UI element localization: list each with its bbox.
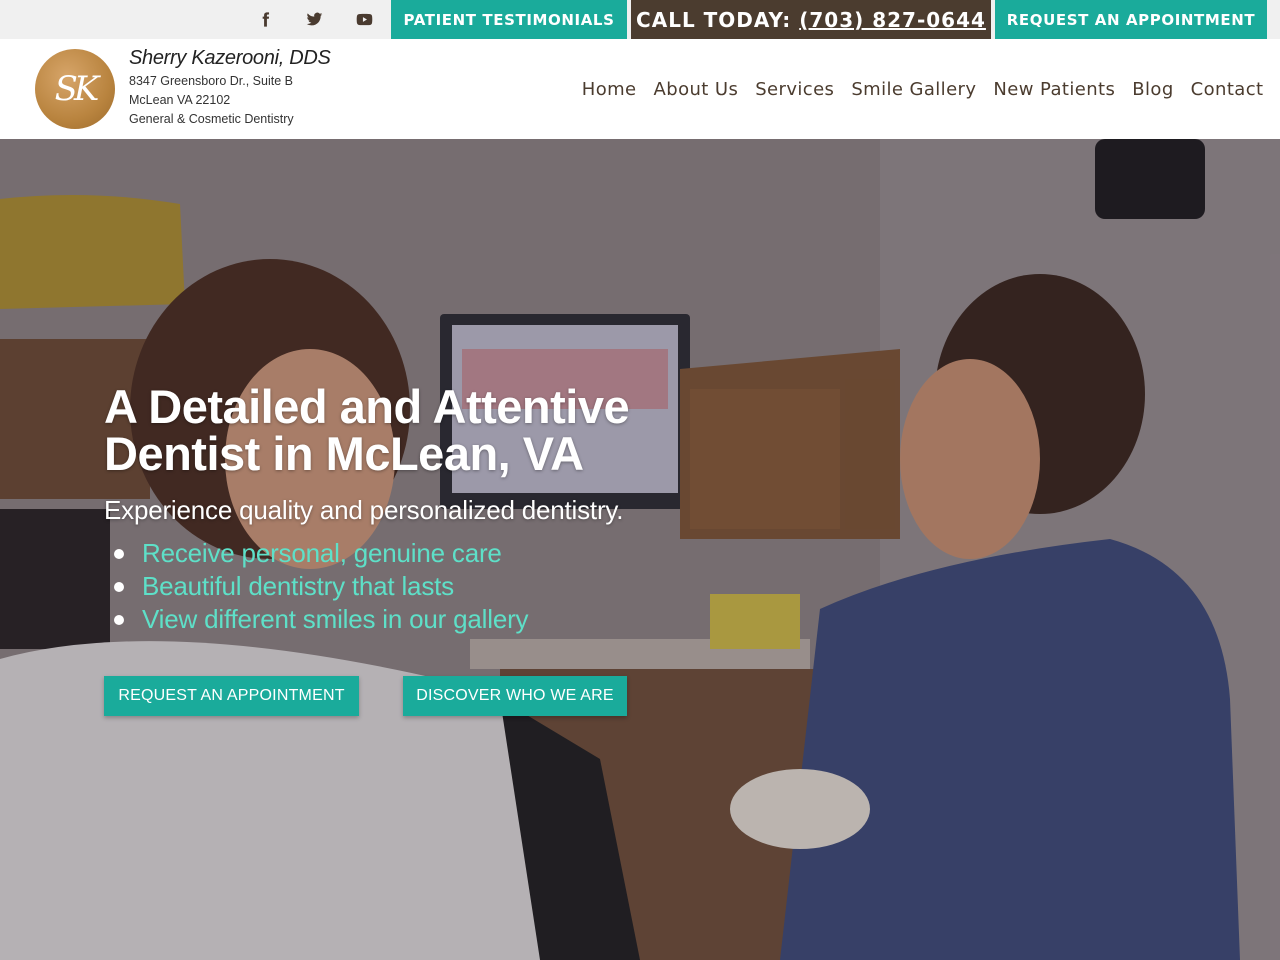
nav-services[interactable]: Services: [747, 79, 843, 100]
top-utility-bar: PATIENT TESTIMONIALS CALL TODAY: (703) 8…: [0, 0, 1280, 39]
bullet-dot-icon: [114, 615, 124, 625]
twitter-icon[interactable]: [299, 0, 329, 39]
hero-section: A Detailed and Attentive Dentist in McLe…: [0, 139, 1280, 960]
bullet-link-personal-care[interactable]: Receive personal, genuine care: [142, 538, 502, 568]
call-today-label: CALL TODAY:: [636, 7, 792, 32]
bullet-link-smile-gallery[interactable]: View different smiles in our gallery: [142, 604, 529, 634]
nav-smile-gallery[interactable]: Smile Gallery: [843, 79, 985, 100]
hero-bullet-list: Receive personal, genuine care Beautiful…: [114, 537, 529, 636]
address-line-1: 8347 Greensboro Dr., Suite B: [129, 74, 293, 88]
practice-info: Sherry Kazerooni, DDS 8347 Greensboro Dr…: [129, 47, 331, 128]
hero-subheading: Experience quality and personalized dent…: [104, 495, 624, 525]
nav-new-patients[interactable]: New Patients: [985, 79, 1124, 100]
hero-headline-line-2: Dentist in McLean, VA: [104, 427, 584, 480]
phone-number-link[interactable]: (703) 827-0644: [799, 8, 986, 32]
nav-blog[interactable]: Blog: [1124, 79, 1182, 100]
bullet-link-lasting-dentistry[interactable]: Beautiful dentistry that lasts: [142, 571, 454, 601]
nav-home[interactable]: Home: [573, 79, 645, 100]
nav-contact[interactable]: Contact: [1182, 79, 1272, 100]
practice-tagline: General & Cosmetic Dentistry: [129, 112, 294, 126]
site-header: SK Sherry Kazerooni, DDS 8347 Greensboro…: [0, 39, 1280, 139]
bullet-dot-icon: [114, 582, 124, 592]
youtube-icon[interactable]: [349, 0, 379, 39]
patient-testimonials-button[interactable]: PATIENT TESTIMONIALS: [391, 0, 627, 39]
hero-headline: A Detailed and Attentive Dentist in McLe…: [104, 383, 724, 477]
main-nav: Home About Us Services Smile Gallery New…: [573, 39, 1272, 139]
bullet-dot-icon: [114, 549, 124, 559]
request-appointment-top-button[interactable]: REQUEST AN APPOINTMENT: [995, 0, 1267, 39]
facebook-icon[interactable]: [250, 0, 280, 39]
call-today-button[interactable]: CALL TODAY: (703) 827-0644: [631, 0, 991, 39]
logo[interactable]: SK: [35, 49, 115, 129]
list-item: View different smiles in our gallery: [114, 603, 529, 636]
practice-name: Sherry Kazerooni, DDS: [129, 47, 331, 69]
list-item: Receive personal, genuine care: [114, 537, 528, 570]
discover-who-we-are-button[interactable]: DISCOVER WHO WE ARE: [403, 676, 627, 716]
hero-headline-line-1: A Detailed and Attentive: [104, 380, 630, 433]
address-line-2: McLean VA 22102: [129, 93, 231, 107]
logo-initials: SK: [54, 69, 100, 109]
request-appointment-button[interactable]: REQUEST AN APPOINTMENT: [104, 676, 359, 716]
list-item: Beautiful dentistry that lasts: [114, 570, 528, 603]
nav-about-us[interactable]: About Us: [645, 79, 747, 100]
